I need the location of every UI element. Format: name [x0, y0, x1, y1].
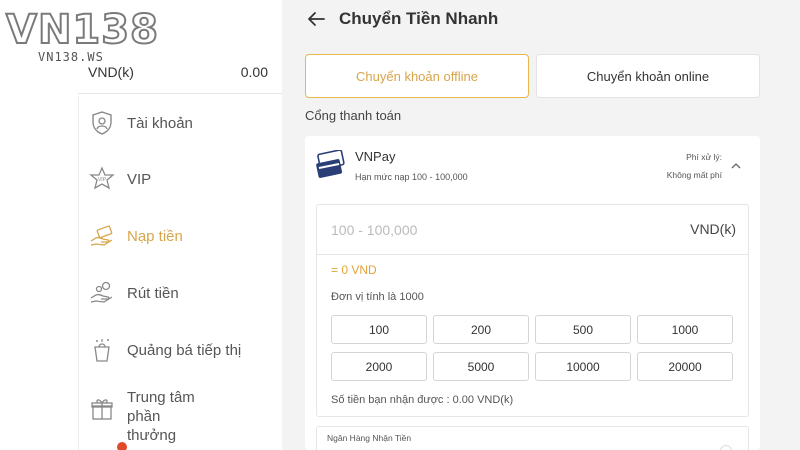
sidebar-item-label: VIP: [127, 170, 152, 188]
sidebar-item-vip[interactable]: VIP VIP: [89, 166, 151, 192]
gift-icon: [91, 399, 113, 420]
gateway-limit: Hạn mức nạp 100 - 100,000: [355, 172, 468, 182]
withdraw-hand-icon: [90, 281, 113, 303]
converted-amount: = 0 VND: [331, 263, 377, 277]
left-panel: VN138 VN138.WS VND(k) 0.00 Tài khoản VIP…: [0, 0, 282, 450]
amount-button[interactable]: 200: [433, 315, 529, 344]
gateway-section-label: Cổng thanh toán: [305, 108, 402, 123]
sidebar-item-promotion[interactable]: Quảng bá tiếp thị: [89, 337, 241, 363]
promotion-bag-icon: [94, 339, 110, 362]
fee-label: Phí xử lý:: [686, 152, 722, 162]
sidebar-menu: Tài khoản VIP VIP Nạp tiền Rút tiền Quản…: [78, 96, 282, 450]
main-panel: Chuyển Tiền Nhanh Chuyển khoản offline C…: [283, 0, 800, 450]
sidebar-item-rewards[interactable]: Trung tâm phần thưởng: [89, 388, 209, 445]
sidebar-item-label: Nạp tiền: [127, 227, 183, 245]
sidebar-item-account[interactable]: Tài khoản: [89, 110, 193, 136]
sidebar-item-label: Trung tâm phần thưởng: [127, 389, 195, 444]
fee-value: Không mất phí: [666, 170, 722, 180]
notification-dot: [117, 442, 127, 450]
amount-button[interactable]: 100: [331, 315, 427, 344]
vip-star-icon: VIP: [89, 166, 115, 190]
balance-value: 0.00: [240, 64, 268, 80]
sidebar-item-label: Rút tiền: [127, 284, 179, 302]
deposit-hand-icon: [90, 225, 113, 246]
currency-label: VND(k): [690, 221, 736, 237]
balance-row: VND(k) 0.00: [78, 48, 282, 94]
amount-button[interactable]: 5000: [433, 352, 529, 381]
back-arrow-icon[interactable]: [305, 8, 327, 30]
amount-button[interactable]: 2000: [331, 352, 427, 381]
bank-select-indicator: [720, 445, 732, 450]
page-title: Chuyển Tiền Nhanh: [339, 9, 499, 28]
brand-logo[interactable]: VN138 VN138.WS: [5, 7, 159, 64]
sidebar-item-deposit[interactable]: Nạp tiền: [89, 223, 183, 249]
unit-note: Đơn vị tính là 1000: [331, 291, 424, 303]
page-header: Chuyển Tiền Nhanh: [305, 8, 498, 30]
receiving-bank-section[interactable]: Ngân Hàng Nhận Tiền: [316, 426, 749, 450]
tab-offline-transfer[interactable]: Chuyển khoản offline: [305, 54, 529, 98]
sidebar-item-withdraw[interactable]: Rút tiền: [89, 280, 179, 306]
amount-button[interactable]: 500: [535, 315, 631, 344]
svg-text:VIP: VIP: [98, 177, 107, 183]
amount-input[interactable]: [317, 205, 748, 255]
sidebar-item-label: Tài khoản: [127, 114, 193, 132]
amount-button[interactable]: 1000: [637, 315, 733, 344]
quick-amount-grid: 100 200 500 1000 2000 5000 10000 20000: [331, 315, 735, 381]
payment-gateway-card: VNPay Hạn mức nạp 100 - 100,000 Phí xử l…: [305, 136, 760, 450]
amount-button[interactable]: 20000: [637, 352, 733, 381]
logo-text: VN138: [5, 7, 159, 53]
amount-button[interactable]: 10000: [535, 352, 631, 381]
tab-online-transfer[interactable]: Chuyển khoản online: [536, 54, 760, 98]
balance-label: VND(k): [88, 64, 134, 80]
received-amount: Số tiền bạn nhận được : 0.00 VND(k): [331, 394, 514, 406]
sidebar-item-label: Quảng bá tiếp thị: [127, 341, 242, 359]
card-payment-icon: [316, 150, 345, 178]
gateway-name: VNPay: [355, 149, 396, 164]
chevron-up-icon[interactable]: [730, 160, 742, 172]
deposit-form: VND(k) = 0 VND Đơn vị tính là 1000 100 2…: [316, 204, 749, 417]
account-shield-icon: [92, 111, 112, 135]
receiving-bank-label: Ngân Hàng Nhận Tiền: [327, 433, 412, 443]
